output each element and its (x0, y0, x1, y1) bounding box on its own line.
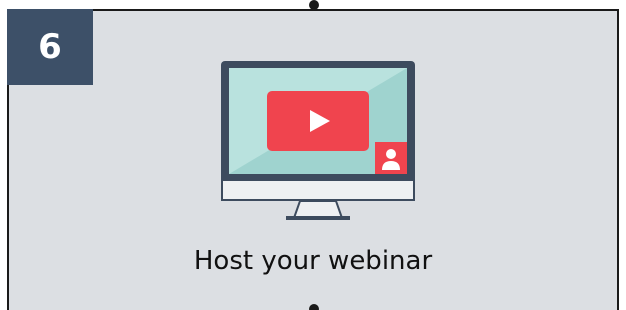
step-number-badge: 6 (7, 9, 93, 85)
user-icon (386, 149, 396, 159)
connector-dot-bottom (309, 304, 319, 310)
desktop-monitor-video-icon (218, 58, 418, 228)
webinar-step-card-stage: 6 Host your webinar (0, 0, 626, 310)
step-caption: Host your webinar (193, 246, 433, 276)
monitor-stand (292, 200, 344, 219)
monitor-chin (221, 180, 415, 201)
